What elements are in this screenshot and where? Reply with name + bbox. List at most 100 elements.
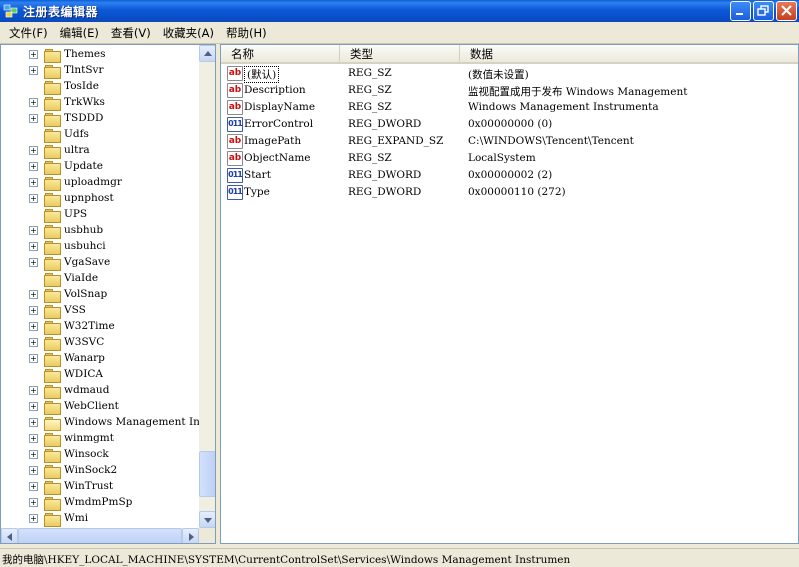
expand-plus-icon[interactable]: + (29, 226, 38, 235)
expand-plus-icon[interactable]: + (29, 98, 38, 107)
expand-plus-icon[interactable]: + (29, 290, 38, 299)
value-row[interactable]: ab ImagePath REG_EXPAND_SZ C:\WINDOWS\Tence… (221, 133, 798, 150)
folder-icon (44, 65, 61, 79)
tree-item-label: W3SVC (64, 336, 105, 348)
scroll-left-button[interactable] (1, 528, 18, 543)
tree-item[interactable]: + TrkWks (1, 95, 199, 111)
tree-item-label: W32Time (64, 320, 115, 332)
string-value-icon: ab (227, 134, 243, 149)
value-row[interactable]: ab DisplayName REG_SZ Windows Management In… (221, 99, 798, 116)
tree-item[interactable]: + TlntSvr (1, 63, 199, 79)
minimize-button[interactable] (730, 1, 751, 21)
expand-plus-icon[interactable]: + (29, 50, 38, 59)
menu-view[interactable]: 查看(V) (105, 23, 157, 43)
tree-item-label: upnphost (64, 192, 114, 204)
column-header-data[interactable]: 数据 (460, 45, 798, 63)
tree-item[interactable]: + usbuhci (1, 239, 199, 255)
open-folder-icon (44, 417, 61, 431)
value-name: Type (244, 186, 270, 198)
expand-plus-icon[interactable]: + (29, 338, 38, 347)
tree-item[interactable]: + Wmi (1, 511, 199, 527)
tree-item[interactable]: + Themes (1, 47, 199, 63)
scroll-down-button[interactable] (199, 511, 215, 528)
expand-plus-icon[interactable]: + (29, 482, 38, 491)
tree-item[interactable]: + WmdmPmSp (1, 495, 199, 511)
scroll-right-button[interactable] (182, 528, 199, 543)
tree-item[interactable]: + W32Time (1, 319, 199, 335)
tree-item[interactable]: UPS (1, 207, 199, 223)
tree-item[interactable]: ViaIde (1, 271, 199, 287)
tree-item[interactable]: + W3SVC (1, 335, 199, 351)
tree-item[interactable]: + Wanarp (1, 351, 199, 367)
tree-item[interactable]: + uploadmgr (1, 175, 199, 191)
tree-item[interactable]: + Update (1, 159, 199, 175)
expand-plus-icon[interactable]: + (29, 162, 38, 171)
tree-item[interactable]: + usbhub (1, 223, 199, 239)
restore-button[interactable] (753, 1, 774, 21)
value-row[interactable]: 011 ErrorControl REG_DWORD 0x00000000 (0) (221, 116, 798, 133)
folder-icon (44, 209, 61, 223)
expand-plus-icon[interactable]: + (29, 386, 38, 395)
tree-item[interactable]: + WinSock2 (1, 463, 199, 479)
value-row[interactable]: 011 Start REG_DWORD 0x00000002 (2) (221, 167, 798, 184)
tree-item[interactable]: WDICA (1, 367, 199, 383)
tree-item[interactable]: Udfs (1, 127, 199, 143)
scroll-thumb[interactable] (199, 451, 215, 497)
expand-plus-icon[interactable]: + (29, 66, 38, 75)
tree-vertical-scrollbar[interactable] (199, 45, 215, 528)
expand-plus-icon[interactable]: + (29, 258, 38, 267)
expand-plus-icon[interactable]: + (29, 418, 38, 427)
tree-item[interactable]: + Windows Management Ins (1, 415, 205, 431)
expand-plus-icon[interactable]: + (29, 434, 38, 443)
tree-item-label: TosIde (64, 80, 99, 92)
value-data: 0x00000110 (272) (468, 186, 566, 198)
expand-plus-icon[interactable]: + (29, 242, 38, 251)
value-type: REG_SZ (348, 152, 392, 164)
expand-plus-icon[interactable]: + (29, 306, 38, 315)
column-header-name[interactable]: 名称 (221, 45, 340, 63)
tree-item[interactable]: + TSDDD (1, 111, 199, 127)
close-button[interactable] (776, 1, 797, 21)
expand-plus-icon[interactable]: + (29, 114, 38, 123)
menu-favorites[interactable]: 收藏夹(A) (157, 23, 220, 43)
value-row[interactable]: ab (默认) REG_SZ (数值未设置) (221, 65, 798, 83)
folder-icon (44, 401, 61, 415)
horizontal-scroll-thumb[interactable] (18, 528, 182, 543)
tree-item[interactable]: + WebClient (1, 399, 199, 415)
menu-file[interactable]: 文件(F) (3, 23, 54, 43)
string-value-icon: ab (227, 100, 243, 115)
tree-horizontal-scrollbar[interactable] (1, 528, 199, 543)
menu-help[interactable]: 帮助(H) (220, 23, 273, 43)
scroll-up-button[interactable] (199, 45, 215, 62)
expand-plus-icon[interactable]: + (29, 146, 38, 155)
value-row[interactable]: ab Description REG_SZ 监视配置成用于发布 Windows Man… (221, 82, 798, 99)
expand-plus-icon[interactable]: + (29, 322, 38, 331)
tree-item[interactable]: + upnphost (1, 191, 199, 207)
expand-plus-icon[interactable]: + (29, 354, 38, 363)
tree-item[interactable]: + VSS (1, 303, 199, 319)
expand-plus-icon[interactable]: + (29, 498, 38, 507)
tree-item[interactable]: + wdmaud (1, 383, 199, 399)
tree-item[interactable]: TosIde (1, 79, 199, 95)
tree-item[interactable]: + VgaSave (1, 255, 199, 271)
expand-plus-icon[interactable]: + (29, 514, 38, 523)
regedit-app-icon (3, 3, 19, 19)
expand-plus-icon[interactable]: + (29, 466, 38, 475)
value-name: ErrorControl (244, 118, 314, 130)
expand-plus-icon[interactable]: + (29, 194, 38, 203)
expand-plus-icon[interactable]: + (29, 178, 38, 187)
tree-item[interactable]: + Winsock (1, 447, 199, 463)
tree-item[interactable]: + winmgmt (1, 431, 199, 447)
tree-item[interactable]: + VolSnap (1, 287, 199, 303)
tree-item[interactable]: + ultra (1, 143, 199, 159)
value-row[interactable]: 011 Type REG_DWORD 0x00000110 (272) (221, 184, 798, 201)
tree-item[interactable]: + WinTrust (1, 479, 199, 495)
binary-value-icon: 011 (227, 185, 243, 200)
title-bar[interactable]: 注册表编辑器 (0, 0, 799, 22)
column-header-type[interactable]: 类型 (340, 45, 460, 63)
list-header: 名称 类型 数据 (221, 45, 798, 64)
expand-plus-icon[interactable]: + (29, 402, 38, 411)
expand-plus-icon[interactable]: + (29, 450, 38, 459)
value-row[interactable]: ab ObjectName REG_SZ LocalSystem (221, 150, 798, 167)
menu-edit[interactable]: 编辑(E) (54, 23, 105, 43)
